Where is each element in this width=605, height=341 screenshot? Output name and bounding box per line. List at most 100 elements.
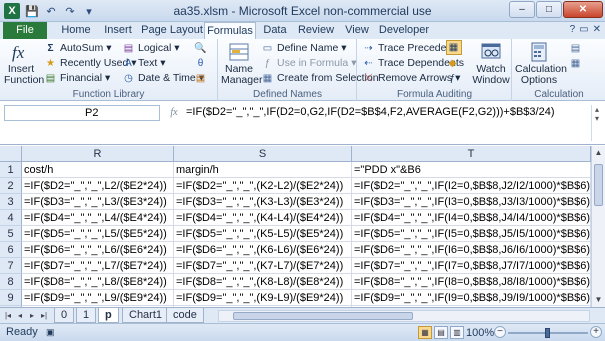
row-header[interactable]: 8 xyxy=(0,274,22,290)
zoom-out-icon[interactable]: − xyxy=(494,326,506,338)
tab-home[interactable]: Home xyxy=(56,22,96,39)
undo-icon[interactable]: ↶ xyxy=(43,3,59,19)
row-header[interactable]: 6 xyxy=(0,242,22,258)
row-header[interactable]: 4 xyxy=(0,210,22,226)
page-layout-view-icon[interactable]: ▤ xyxy=(434,326,448,339)
tab-page-layout[interactable]: Page Layout xyxy=(140,22,204,39)
cell-s3[interactable]: =IF($D3="_","_",(K3-L3)/($E3*24)) xyxy=(174,194,352,210)
autosum-button[interactable]: Σ AutoSum ▾ xyxy=(44,41,111,56)
tab-insert[interactable]: Insert xyxy=(98,22,138,39)
normal-view-icon[interactable]: ▦ xyxy=(418,326,432,339)
excel-app-icon[interactable]: X xyxy=(4,3,20,19)
logical-button[interactable]: ▤ Logical ▾ xyxy=(122,41,180,56)
cell-s4[interactable]: =IF($D4="_","_",(K4-L4)/($E4*24)) xyxy=(174,210,352,226)
fx-icon[interactable]: fx xyxy=(166,105,182,121)
column-header-t[interactable]: T xyxy=(352,146,591,162)
cell-r2[interactable]: =IF($D2="_","_",L2/($E2*24)) xyxy=(22,178,174,194)
sheet-tab-code[interactable]: code xyxy=(166,308,204,323)
cell-t8[interactable]: =IF($D8="_","_",IF(I8=0,$B$8,J8/I8/1000)… xyxy=(352,274,591,290)
calculation-options-button[interactable]: Calculation Options xyxy=(515,41,567,86)
name-box[interactable]: P2 xyxy=(4,105,160,121)
cell-s9[interactable]: =IF($D9="_","_",(K9-L9)/($E9*24)) xyxy=(174,290,352,306)
cell-t9[interactable]: =IF($D9="_","_",IF(I9=0,$B$8,J9/I9/1000)… xyxy=(352,290,591,306)
cell-s5[interactable]: =IF($D5="_","_",(K5-L5)/($E5*24)) xyxy=(174,226,352,242)
row-header[interactable]: 9 xyxy=(0,290,22,306)
zoom-slider-thumb[interactable] xyxy=(545,328,550,338)
cell-r8[interactable]: =IF($D8="_","_",L8/($E8*24)) xyxy=(22,274,174,290)
horizontal-scrollbar[interactable] xyxy=(218,310,590,322)
macro-record-icon[interactable]: ▣ xyxy=(46,327,58,338)
date-time-button[interactable]: ◷ Date & Time ▾ xyxy=(122,71,204,86)
tab-review[interactable]: Review xyxy=(294,22,338,39)
sheet-tab-p[interactable]: p xyxy=(98,308,119,323)
calculate-now-button[interactable]: ▤ xyxy=(569,41,582,56)
vertical-scrollbar[interactable]: ▲ ▼ xyxy=(591,146,605,307)
horizontal-scroll-thumb[interactable] xyxy=(233,312,413,320)
sheet-tab-chart1[interactable]: Chart1 xyxy=(122,308,170,323)
use-in-formula-button[interactable]: ƒ Use in Formula ▾ xyxy=(261,56,357,71)
vertical-scroll-thumb[interactable] xyxy=(594,164,603,206)
zoom-level[interactable]: 100% xyxy=(466,327,494,339)
cell-s6[interactable]: =IF($D6="_","_",(K6-L6)/($E6*24)) xyxy=(174,242,352,258)
zoom-slider[interactable] xyxy=(508,328,588,338)
cell-r3[interactable]: =IF($D3="_","_",L3/($E3*24)) xyxy=(22,194,174,210)
close-button[interactable]: ✕ xyxy=(563,1,603,18)
row-header[interactable]: 3 xyxy=(0,194,22,210)
tab-formulas[interactable]: Formulas xyxy=(204,22,256,40)
cell-t5[interactable]: =IF($D5="_","_",IF(I5=0,$B$8,J5/I5/1000)… xyxy=(352,226,591,242)
more-functions-button[interactable]: ▤ xyxy=(194,71,207,86)
column-header-r[interactable]: R xyxy=(22,146,174,162)
row-header[interactable]: 5 xyxy=(0,226,22,242)
cell-s7[interactable]: =IF($D7="_","_",(K7-L7)/($E7*24)) xyxy=(174,258,352,274)
formula-input[interactable]: =IF($D2="_","_",IF(D2=0,G2,IF(D2=$B$4,F2… xyxy=(186,105,589,143)
tab-view[interactable]: View xyxy=(340,22,374,39)
zoom-in-icon[interactable]: + xyxy=(590,326,602,338)
error-checking-button[interactable]: ◆ xyxy=(446,56,459,71)
name-manager-button[interactable]: Name Manager xyxy=(221,41,262,86)
worksheet-grid[interactable]: R S T 1 cost/h margin/h ="PDD x"&B6 2 =IF($D2… xyxy=(0,146,605,307)
cell-t1[interactable]: ="PDD x"&B6 xyxy=(352,162,591,178)
cell-r1[interactable]: cost/h xyxy=(22,162,174,178)
text-button[interactable]: A Text ▾ xyxy=(122,56,165,71)
tab-file[interactable]: File xyxy=(3,22,47,39)
next-sheet-icon[interactable]: ▸ xyxy=(26,309,38,323)
redo-icon[interactable]: ↷ xyxy=(62,3,78,19)
lookup-reference-button[interactable]: 🔍 xyxy=(194,41,207,56)
cell-t6[interactable]: =IF($D6="_","_",IF(I6=0,$B$8,J6/I6/1000)… xyxy=(352,242,591,258)
page-break-view-icon[interactable]: ▥ xyxy=(450,326,464,339)
evaluate-formula-button[interactable]: ƒ xyxy=(446,71,459,86)
cell-t2[interactable]: =IF($D2="_","_",IF(I2=0,$B$8,J2/I2/1000)… xyxy=(352,178,591,194)
watch-window-button[interactable]: Watch Window xyxy=(472,41,510,86)
cell-t7[interactable]: =IF($D7="_","_",IF(I7=0,$B$8,J7/I7/1000)… xyxy=(352,258,591,274)
first-sheet-icon[interactable]: |◂ xyxy=(2,309,14,323)
cell-t3[interactable]: =IF($D3="_","_",IF(I3=0,$B$8,J3/I3/1000)… xyxy=(352,194,591,210)
tab-developer[interactable]: Developer xyxy=(376,22,432,39)
row-header[interactable]: 2 xyxy=(0,178,22,194)
help-icon[interactable]: ? xyxy=(570,24,576,35)
cell-r9[interactable]: =IF($D9="_","_",L9/($E9*24)) xyxy=(22,290,174,306)
cell-r7[interactable]: =IF($D7="_","_",L7/($E7*24)) xyxy=(22,258,174,274)
prev-sheet-icon[interactable]: ◂ xyxy=(14,309,26,323)
sheet-tab-1[interactable]: 1 xyxy=(76,308,97,323)
sheet-tab-0[interactable]: 0 xyxy=(54,308,75,323)
column-header-s[interactable]: S xyxy=(174,146,352,162)
select-all-corner[interactable] xyxy=(0,146,22,162)
tab-data[interactable]: Data xyxy=(258,22,292,39)
customize-qat-icon[interactable]: ▾ xyxy=(81,3,97,19)
calculate-sheet-button[interactable]: ▦ xyxy=(569,56,582,71)
cell-s1[interactable]: margin/h xyxy=(174,162,352,178)
cell-s2[interactable]: =IF($D2="_","_",(K2-L2)/($E2*24)) xyxy=(174,178,352,194)
cell-r5[interactable]: =IF($D5="_","_",L5/($E5*24)) xyxy=(22,226,174,242)
ribbon-minimize-icon[interactable]: ▭ xyxy=(579,24,588,35)
maximize-button[interactable]: □ xyxy=(536,1,562,18)
show-formulas-button[interactable]: ▦ xyxy=(446,40,462,55)
cell-s8[interactable]: =IF($D8="_","_",(K8-L8)/($E8*24)) xyxy=(174,274,352,290)
math-trig-button[interactable]: θ xyxy=(194,56,207,71)
workbook-close-icon[interactable]: ✕ xyxy=(593,24,601,35)
row-header[interactable]: 1 xyxy=(0,162,22,178)
minimize-button[interactable]: – xyxy=(509,1,535,18)
last-sheet-icon[interactable]: ▸| xyxy=(38,309,50,323)
cell-r6[interactable]: =IF($D6="_","_",L6/($E6*24)) xyxy=(22,242,174,258)
define-name-button[interactable]: ▭ Define Name ▾ xyxy=(261,41,347,56)
financial-button[interactable]: ▤ Financial ▾ xyxy=(44,71,111,86)
